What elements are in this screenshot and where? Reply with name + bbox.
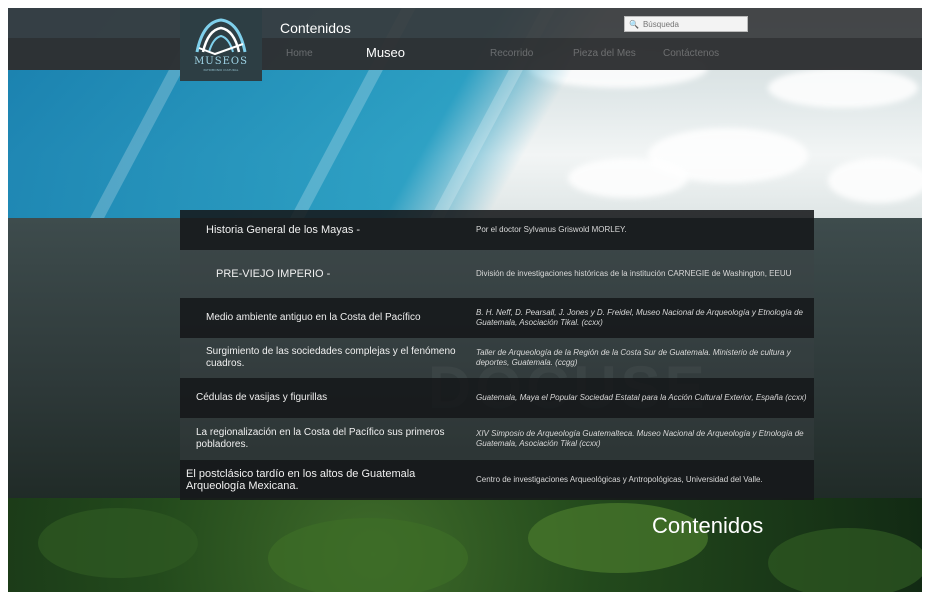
- footer-title: Contenidos: [652, 513, 764, 538]
- content-source: Taller de Arqueología de la Región de la…: [476, 348, 791, 367]
- content-title: Surgimiento de las sociedades complejas …: [206, 346, 456, 369]
- nav-recorrido[interactable]: Recorrido: [490, 48, 533, 59]
- nav-home[interactable]: Home: [286, 48, 313, 59]
- content-source: XIV Simposio de Arqueología Guatemalteca…: [476, 429, 804, 448]
- search-icon: 🔍: [629, 19, 639, 29]
- content-title: PRE-VIEJO IMPERIO -: [216, 268, 331, 280]
- nav-museo[interactable]: Museo: [366, 45, 405, 60]
- content-source: Por el doctor Sylvanus Griswold MORLEY.: [476, 225, 627, 234]
- content-source: Centro de investigaciones Arqueológicas …: [476, 475, 763, 484]
- content-row[interactable]: Cédulas de vasijas y figurillas Guatemal…: [180, 378, 814, 418]
- content-row[interactable]: PRE-VIEJO IMPERIO - División de investig…: [180, 250, 814, 298]
- content-title: Historia General de los Mayas -: [206, 224, 361, 236]
- content-source: B. H. Neff, D. Pearsall, J. Jones y D. F…: [476, 308, 803, 327]
- forest-image: [8, 498, 922, 592]
- logo-text: MUSEOS: [194, 56, 248, 67]
- content-row[interactable]: La regionalización en la Costa del Pacíf…: [180, 418, 814, 460]
- content-title: El postclásico tardío en los altos de Gu…: [186, 468, 416, 492]
- search-box[interactable]: 🔍: [624, 16, 748, 32]
- content-title: La regionalización en la Costa del Pacíf…: [196, 427, 445, 450]
- nav-pieza-del-mes[interactable]: Pieza del Mes: [573, 48, 636, 59]
- nav-contactenos[interactable]: Contáctenos: [663, 48, 719, 59]
- content-source: División de investigaciones históricas d…: [476, 269, 792, 278]
- search-input[interactable]: [642, 19, 743, 29]
- content-source: Guatemala, Maya el Popular Sociedad Esta…: [476, 393, 807, 402]
- content-title: Medio ambiente antiguo en la Costa del P…: [206, 312, 421, 323]
- logo-mark-icon: [195, 18, 247, 56]
- site-logo[interactable]: MUSEOS PATRIMONIO CULTURAL: [180, 8, 262, 81]
- content-row[interactable]: El postclásico tardío en los altos de Gu…: [180, 460, 814, 500]
- page-frame: DOCUSE MUSEOS PATRIMONIO CULTURAL Conten…: [8, 8, 922, 592]
- content-row[interactable]: Historia General de los Mayas - Por el d…: [180, 210, 814, 250]
- content-row[interactable]: Medio ambiente antiguo en la Costa del P…: [180, 298, 814, 338]
- content-title: Cédulas de vasijas y figurillas: [196, 392, 328, 403]
- content-row[interactable]: Surgimiento de las sociedades complejas …: [180, 338, 814, 378]
- logo-subtext: PATRIMONIO CULTURAL: [203, 68, 239, 72]
- site-title: Contenidos: [280, 20, 351, 36]
- nav-bar: [8, 38, 922, 70]
